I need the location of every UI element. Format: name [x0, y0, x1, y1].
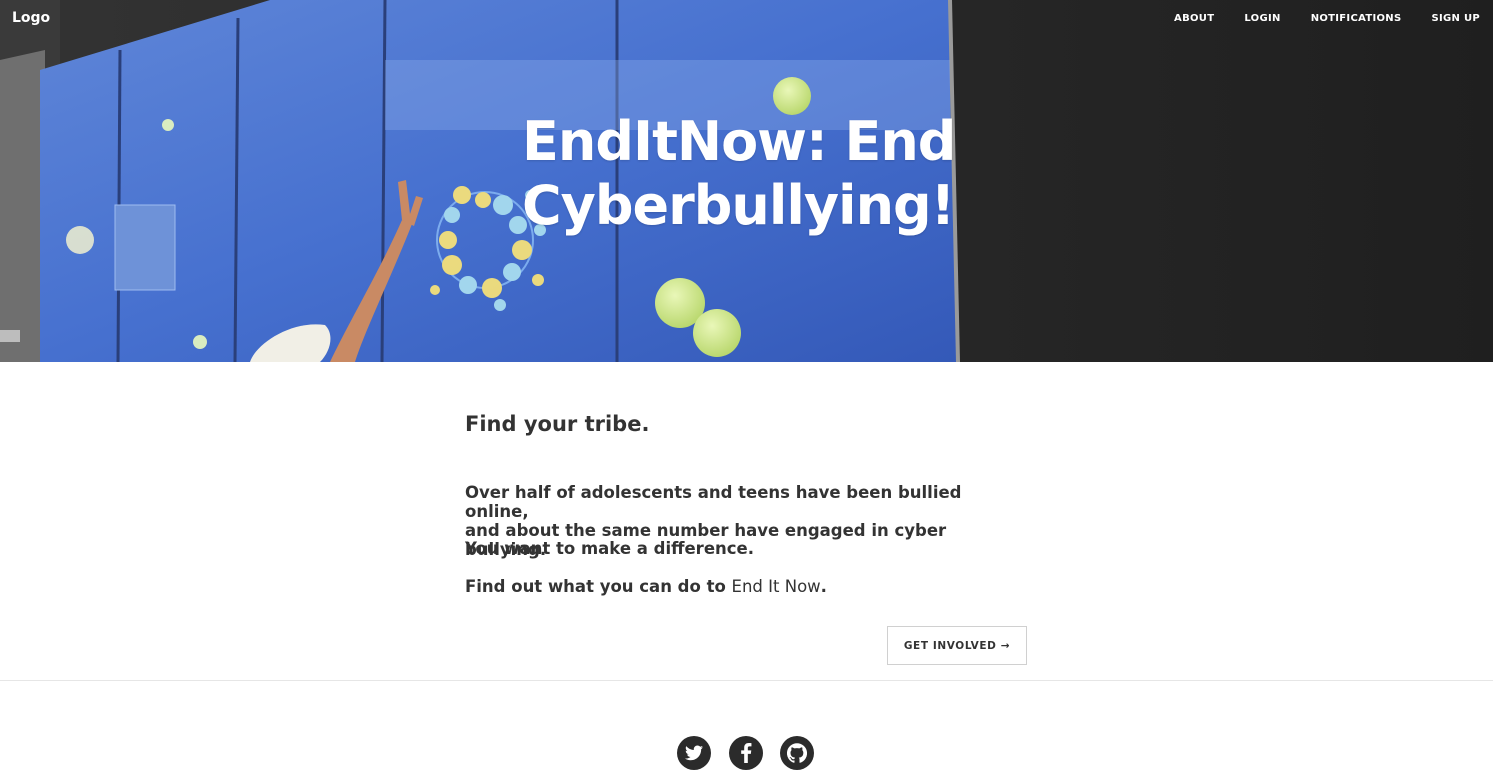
end-it-now-link[interactable]: End It Now [732, 577, 821, 596]
cta-paragraph-suffix: . [820, 577, 827, 596]
github-link[interactable] [780, 736, 814, 770]
nav-login-link[interactable]: LOGIN [1244, 13, 1280, 24]
get-involved-button[interactable]: GET INVOLVED → [887, 626, 1027, 665]
stats-paragraph-line-1: Over half of adolescents and teens have … [465, 483, 962, 521]
nav-notifications-link[interactable]: NOTIFICATIONS [1311, 13, 1402, 24]
cta-paragraph: Find out what you can do to End It Now. [465, 577, 827, 596]
twitter-link[interactable] [677, 736, 711, 770]
hero-title: EndItNow: End Cyberbullying! [522, 110, 1042, 238]
nav-about-link[interactable]: ABOUT [1174, 13, 1214, 24]
hero-section: Logo ABOUT LOGIN NOTIFICATIONS SIGN UP E… [0, 0, 1493, 362]
navbar: Logo ABOUT LOGIN NOTIFICATIONS SIGN UP [0, 0, 1493, 40]
nav-signup-link[interactable]: SIGN UP [1431, 13, 1480, 24]
tagline-heading: Find your tribe. [465, 412, 650, 436]
cta-paragraph-prefix: Find out what you can do to [465, 577, 732, 596]
hero-title-line-2: Cyberbullying! [522, 174, 955, 237]
logo-link[interactable]: Logo [12, 10, 50, 26]
twitter-icon [685, 745, 703, 761]
nav-links: ABOUT LOGIN NOTIFICATIONS SIGN UP [1174, 13, 1480, 24]
hero-title-line-1: EndItNow: End [522, 110, 956, 173]
section-divider [0, 680, 1493, 681]
github-icon [787, 743, 807, 763]
facebook-link[interactable] [729, 736, 763, 770]
facebook-icon [741, 743, 752, 763]
difference-paragraph: You want to make a difference. [465, 539, 754, 558]
